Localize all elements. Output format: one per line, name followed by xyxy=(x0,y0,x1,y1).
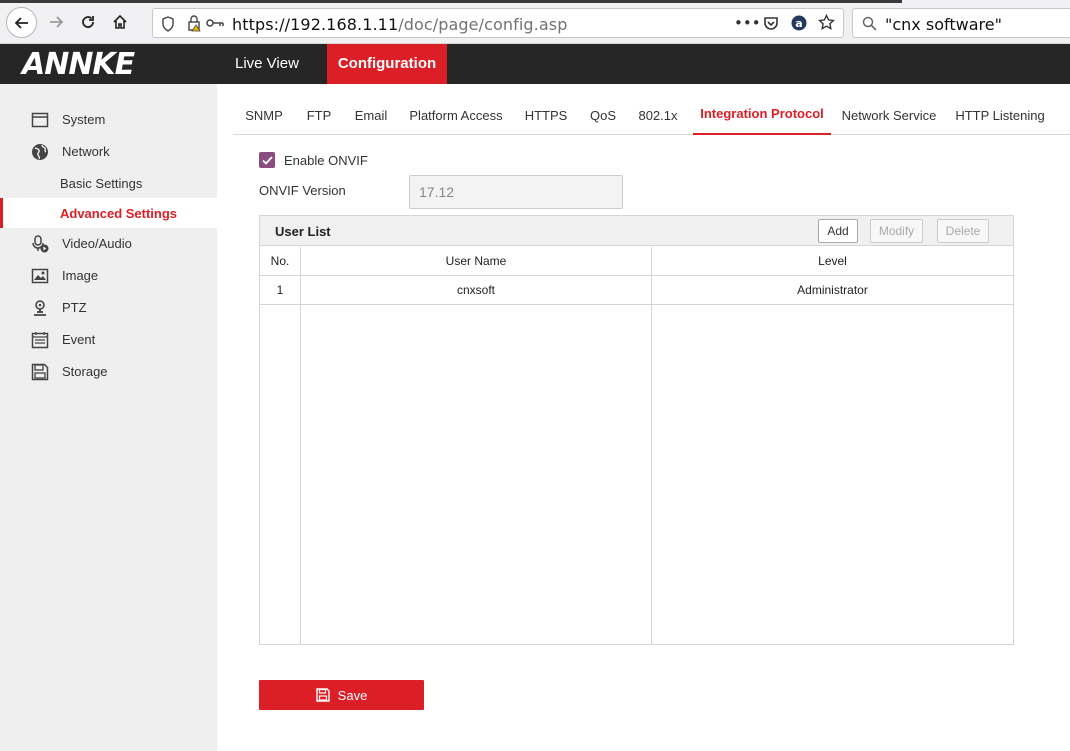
sidebar-item-ptz[interactable]: PTZ xyxy=(0,293,217,323)
sidebar-item-label: Image xyxy=(62,268,99,283)
shield-icon xyxy=(162,16,174,32)
network-tabs: SNMP FTP Email Platform Access HTTPS QoS… xyxy=(233,100,1070,135)
sidebar: System Network Basic Settings Advanced S… xyxy=(0,84,217,751)
table-row-cell-user-name[interactable]: cnxsoft xyxy=(301,276,651,305)
reload-icon xyxy=(82,16,94,28)
onvif-version-field[interactable] xyxy=(409,175,623,209)
search-bar[interactable]: "cnx software" xyxy=(852,8,1070,38)
sidebar-item-label: Advanced Settings xyxy=(60,206,178,221)
tab-ftp[interactable]: FTP xyxy=(295,100,343,135)
home-button[interactable] xyxy=(106,8,134,36)
sidebar-item-label: Video/Audio xyxy=(62,236,132,251)
url-bar[interactable]: https://192.168.1.11/doc/page/config.asp… xyxy=(152,8,844,38)
forward-button[interactable] xyxy=(42,8,70,36)
url-path: /doc/page/config.asp xyxy=(398,15,568,34)
add-user-button[interactable]: Add xyxy=(818,219,858,243)
sidebar-item-video-audio[interactable]: Video/Audio xyxy=(0,229,217,259)
nav-live-view[interactable]: Live View xyxy=(235,44,299,84)
sidebar-item-label: Network xyxy=(62,144,110,159)
forward-arrow-icon xyxy=(50,16,64,28)
save-button[interactable]: Save xyxy=(259,680,424,710)
tab-network-service[interactable]: Network Service xyxy=(833,100,945,135)
onvif-version-label: ONVIF Version xyxy=(259,183,346,198)
delete-user-button[interactable]: Delete xyxy=(937,219,989,243)
enable-onvif-label: Enable ONVIF xyxy=(284,153,368,168)
user-list-table: User List Add Modify Delete No. User Nam… xyxy=(259,215,1014,645)
search-input-value: "cnx software" xyxy=(885,15,1002,34)
column-header-level: Level xyxy=(652,247,1013,276)
tab-https[interactable]: HTTPS xyxy=(513,100,579,135)
nav-configuration[interactable]: Configuration xyxy=(327,44,447,84)
url-host: https://192.168.1.11 xyxy=(232,15,399,34)
sidebar-item-label: Basic Settings xyxy=(60,176,143,191)
system-icon xyxy=(31,112,49,128)
tab-platform-access[interactable]: Platform Access xyxy=(399,100,513,135)
page-actions-menu[interactable]: ••• xyxy=(734,14,761,32)
column-divider xyxy=(651,247,652,644)
modify-user-button[interactable]: Modify xyxy=(870,219,923,243)
column-divider xyxy=(300,247,301,644)
insecure-lock-icon[interactable] xyxy=(187,15,201,32)
column-header-user-name: User Name xyxy=(301,247,651,276)
ptz-icon xyxy=(34,300,46,316)
reload-button[interactable] xyxy=(74,8,102,36)
pocket-icon[interactable] xyxy=(763,15,779,31)
save-label: Save xyxy=(337,687,368,703)
calendar-icon xyxy=(31,332,49,349)
back-button[interactable] xyxy=(6,7,37,38)
table-row-cell-no[interactable]: 1 xyxy=(260,276,300,305)
sidebar-item-label: Storage xyxy=(62,364,108,379)
microphone-icon xyxy=(32,235,49,253)
tab-http-listening[interactable]: HTTP Listening xyxy=(945,100,1055,135)
bookmark-star-icon[interactable] xyxy=(818,14,835,31)
globe-icon xyxy=(32,144,48,160)
sidebar-item-label: System xyxy=(62,112,106,127)
storage-icon xyxy=(31,363,49,381)
sidebar-item-advanced-settings[interactable]: Advanced Settings xyxy=(0,198,217,228)
save-icon xyxy=(315,688,330,702)
search-icon xyxy=(862,16,877,31)
tab-integration-protocol[interactable]: Integration Protocol xyxy=(693,100,831,135)
browser-toolbar: https://192.168.1.11/doc/page/config.asp… xyxy=(0,0,1070,44)
image-icon xyxy=(31,268,49,284)
window-top-strip xyxy=(0,0,902,3)
tab-qos[interactable]: QoS xyxy=(579,100,627,135)
url-text: https://192.168.1.11/doc/page/config.asp xyxy=(232,15,567,34)
sidebar-item-basic-settings[interactable]: Basic Settings xyxy=(0,168,217,198)
amazon-extension-icon[interactable]: a xyxy=(791,15,807,31)
sidebar-item-network[interactable]: Network xyxy=(0,137,217,167)
tab-snmp[interactable]: SNMP xyxy=(233,100,295,135)
user-list-title: User List xyxy=(275,224,331,239)
user-list-header: User List Add Modify Delete xyxy=(260,216,1013,246)
app-header: ANNKE Live View Configuration xyxy=(0,44,1070,84)
sidebar-item-system[interactable]: System xyxy=(0,105,217,135)
sidebar-item-label: PTZ xyxy=(62,300,87,315)
enable-onvif-checkbox[interactable] xyxy=(259,152,275,168)
sidebar-item-storage[interactable]: Storage xyxy=(0,357,217,387)
tab-email[interactable]: Email xyxy=(343,100,399,135)
back-arrow-icon xyxy=(14,16,28,29)
checkmark-icon xyxy=(261,155,273,165)
sidebar-item-label: Event xyxy=(62,332,96,347)
annke-logo: ANNKE xyxy=(22,47,135,82)
home-icon xyxy=(113,14,127,29)
tab-802-1x[interactable]: 802.1x xyxy=(627,100,689,135)
table-row-cell-level[interactable]: Administrator xyxy=(652,276,1013,305)
key-icon[interactable] xyxy=(206,18,224,28)
sidebar-item-event[interactable]: Event xyxy=(0,325,217,355)
sidebar-item-image[interactable]: Image xyxy=(0,261,217,291)
column-header-no: No. xyxy=(260,247,300,276)
svg-text:a: a xyxy=(795,17,802,30)
